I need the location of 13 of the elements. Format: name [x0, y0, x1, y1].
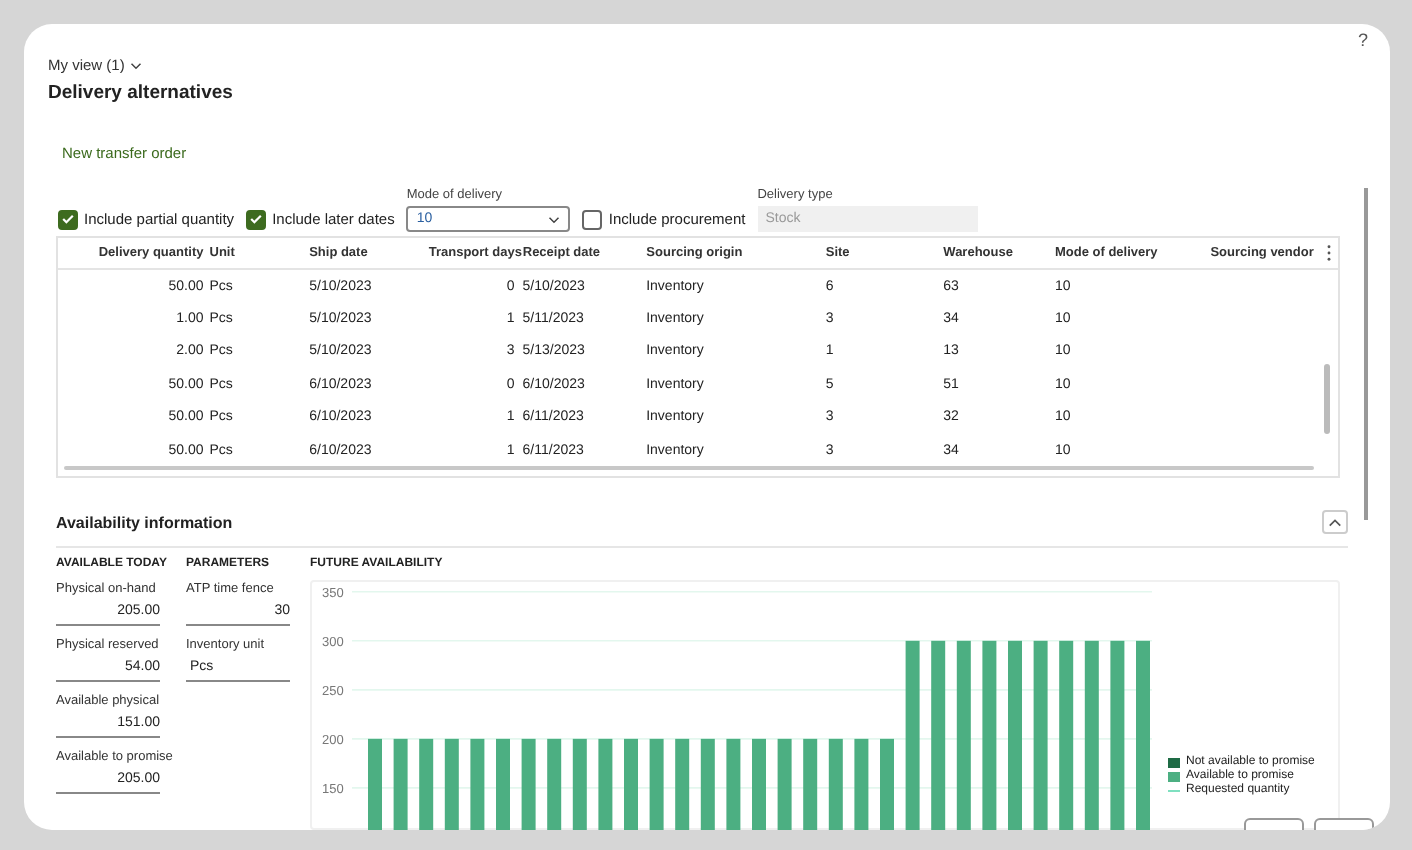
section-title: Availability information — [56, 513, 233, 531]
page-title: Delivery alternatives — [48, 82, 235, 104]
chevron-down-icon — [130, 61, 143, 69]
chevron-down-icon — [548, 215, 561, 223]
scrollbar-thumb[interactable] — [1324, 364, 1330, 434]
help-button[interactable]: ? — [1357, 30, 1368, 50]
collapse-button[interactable] — [1322, 510, 1348, 534]
caret-up-icon — [1328, 517, 1342, 527]
checkbox[interactable] — [582, 209, 603, 229]
scrollbar-thumb[interactable] — [1364, 188, 1368, 520]
scrollbar-thumb[interactable] — [64, 466, 1314, 470]
checkbox[interactable] — [246, 209, 267, 229]
checkbox[interactable] — [58, 209, 78, 229]
